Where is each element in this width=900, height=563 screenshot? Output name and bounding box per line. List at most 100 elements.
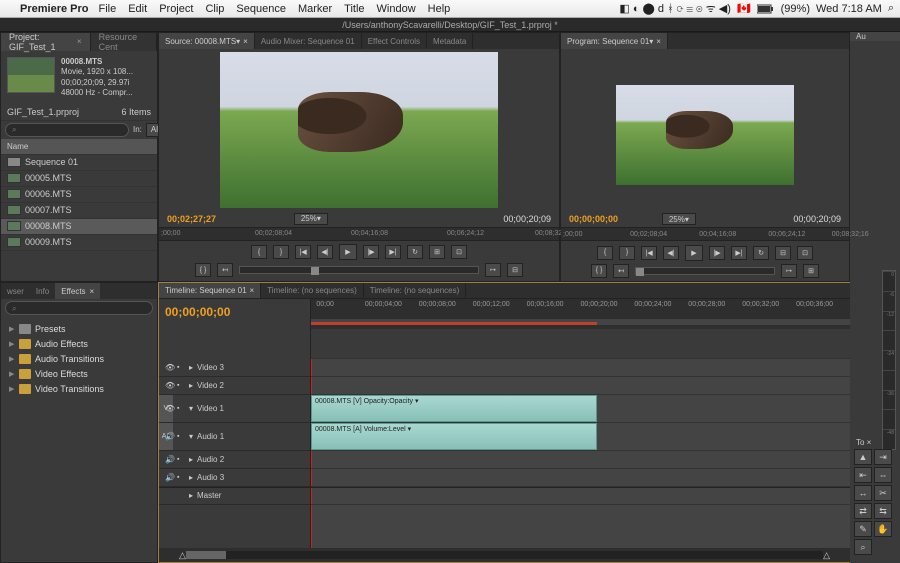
insert-button[interactable]: ⊞	[429, 245, 445, 259]
goto-in-button[interactable]: |◀	[295, 245, 311, 259]
trim-button[interactable]: ⊞	[803, 264, 819, 278]
close-icon[interactable]: ×	[867, 438, 872, 447]
speaker-icon[interactable]: 🔊	[165, 432, 175, 440]
goto-out-button[interactable]: ▶|	[731, 246, 747, 260]
close-icon[interactable]: ×	[250, 286, 255, 295]
rate-stretch-tool[interactable]: ↔	[854, 485, 872, 501]
mark-out-button[interactable]: }	[273, 245, 289, 259]
effects-folder[interactable]: ▶Video Effects	[5, 366, 153, 381]
bin-item[interactable]: 00008.MTS	[1, 219, 157, 235]
menu-file[interactable]: File	[98, 3, 116, 15]
menu-project[interactable]: Project	[159, 3, 193, 15]
tab-timeline-empty[interactable]: Timeline: (no sequences)	[261, 283, 364, 298]
loop-button[interactable]: ↻	[407, 245, 423, 259]
track-header-audio1[interactable]: A1🔊▪▾ Audio 1	[159, 423, 310, 451]
effects-folder[interactable]: ▶Video Transitions	[5, 381, 153, 396]
menubar-clock[interactable]: Wed 7:18 AM	[816, 3, 882, 15]
track-video2[interactable]	[311, 377, 850, 395]
speaker-icon[interactable]: 🔊	[165, 455, 175, 463]
disclosure-arrow-icon[interactable]: ▶	[9, 370, 19, 378]
jog-scrubber[interactable]	[239, 266, 479, 274]
close-icon[interactable]: ×	[243, 37, 248, 46]
step-forward-button[interactable]: |▶	[709, 246, 725, 260]
menu-window[interactable]: Window	[377, 3, 416, 15]
lock-icon[interactable]: ▪	[177, 364, 179, 371]
ripple-edit-tool[interactable]: ⇤	[854, 467, 872, 483]
tab-timeline-empty[interactable]: Timeline: (no sequences)	[364, 283, 467, 298]
source-ruler[interactable]: ;00;00 00;02;08;04 00;04;16;08 00;06;24;…	[159, 227, 559, 241]
goto-prev-button[interactable]: ↤	[217, 263, 233, 277]
scroll-thumb[interactable]	[186, 551, 226, 559]
tab-effects[interactable]: Effects×	[55, 283, 100, 299]
bin-item[interactable]: Sequence 01	[1, 155, 157, 171]
clip-audio1[interactable]: 00008.MTS [A] Volume:Level ▾	[311, 423, 597, 450]
effects-folder[interactable]: ▶Audio Transitions	[5, 351, 153, 366]
eye-icon[interactable]: 👁	[165, 363, 175, 371]
project-search-input[interactable]	[5, 123, 129, 137]
mark-clip-button[interactable]: { }	[591, 264, 607, 278]
timeline-timecode[interactable]: 00;00;00;00	[159, 299, 310, 325]
track-header-video3[interactable]: 👁▪▸ Video 3	[159, 359, 310, 377]
zoom-out-icon[interactable]: △	[179, 550, 186, 561]
speaker-icon[interactable]: 🔊	[165, 473, 175, 481]
tab-source[interactable]: Source: 00008.MTS ▾ ×	[159, 33, 255, 49]
menubar-extra-icons[interactable]: ◧ ◐ ⬤ d ᚼ ⟳ ☰ ⊚ ᯤ ◀︎)	[619, 1, 731, 16]
track-header-video1[interactable]: V👁▪▾ Video 1	[159, 395, 310, 423]
play-button[interactable]: ▶	[685, 245, 703, 261]
work-area-bar[interactable]	[311, 322, 597, 325]
close-icon[interactable]: ×	[77, 37, 82, 46]
bin-item[interactable]: 00006.MTS	[1, 187, 157, 203]
spotlight-icon[interactable]: ⌕	[888, 2, 894, 15]
tab-program[interactable]: Program: Sequence 01 ▾ ×	[561, 33, 668, 49]
bin-item[interactable]: 00007.MTS	[1, 203, 157, 219]
zoom-dropdown[interactable]: 25% ▾	[662, 213, 696, 225]
program-ruler[interactable]: ;00;00 00;02;08;04 00;04;16;08 00;06;24;…	[561, 227, 849, 241]
step-back-button[interactable]: ◀|	[317, 245, 333, 259]
tab-project[interactable]: Project: GIF_Test_1×	[1, 33, 91, 51]
goto-out-button[interactable]: ▶|	[385, 245, 401, 259]
tab-media-browser[interactable]: wser	[1, 283, 30, 299]
close-icon[interactable]: ×	[656, 37, 661, 46]
tab-resource-central[interactable]: Resource Cent	[91, 33, 157, 51]
goto-next-button[interactable]: ↦	[485, 263, 501, 277]
track-video1[interactable]: 00008.MTS [V] Opacity:Opacity ▾	[311, 395, 850, 423]
disclosure-arrow-icon[interactable]: ▶	[9, 340, 19, 348]
razor-tool[interactable]: ✂	[874, 485, 892, 501]
program-viewport[interactable]	[561, 49, 849, 211]
lock-icon[interactable]: ▪	[177, 433, 179, 440]
menu-sequence[interactable]: Sequence	[236, 3, 286, 15]
menu-title[interactable]: Title	[344, 3, 364, 15]
disclosure-arrow-icon[interactable]: ▶	[9, 355, 19, 363]
name-column-header[interactable]: Name	[1, 139, 157, 155]
timeline-track-area[interactable]: 00008.MTS [V] Opacity:Opacity ▾ 00008.MT…	[311, 329, 850, 548]
track-header-master[interactable]: ▸ Master	[159, 487, 310, 505]
close-icon[interactable]: ×	[90, 287, 95, 296]
menu-help[interactable]: Help	[428, 3, 451, 15]
track-header-video2[interactable]: 👁▪▸ Video 2	[159, 377, 310, 395]
source-timecode-in[interactable]: 00;02;27;27	[167, 214, 216, 224]
slip-tool[interactable]: ⇄	[854, 503, 872, 519]
lock-icon[interactable]: ▪	[177, 405, 179, 412]
effects-folder[interactable]: ▶Audio Effects	[5, 336, 153, 351]
track-select-tool[interactable]: ⇥	[874, 449, 892, 465]
goto-next-button[interactable]: ↦	[781, 264, 797, 278]
menu-edit[interactable]: Edit	[128, 3, 147, 15]
clip-thumbnail[interactable]	[7, 57, 55, 93]
program-timecode-out[interactable]: 00;00;20;09	[793, 214, 841, 224]
zoom-dropdown[interactable]: 25% ▾	[294, 213, 328, 225]
timeline-ruler[interactable]: 00;00 00;00;04;00 00;00;08;00 00;00;12;0…	[311, 299, 850, 329]
jog-scrubber[interactable]	[635, 267, 775, 275]
pen-tool[interactable]: ✎	[854, 521, 872, 537]
tab-timeline-seq[interactable]: Timeline: Sequence 01×	[159, 283, 261, 298]
goto-prev-button[interactable]: ↤	[613, 264, 629, 278]
hand-tool[interactable]: ✋	[874, 521, 892, 537]
effects-search-input[interactable]	[5, 301, 153, 315]
disclosure-arrow-icon[interactable]: ▶	[9, 385, 19, 393]
mark-in-button[interactable]: {	[597, 246, 613, 260]
menu-clip[interactable]: Clip	[205, 3, 224, 15]
tab-metadata[interactable]: Metadata	[427, 33, 473, 49]
track-audio1[interactable]: 00008.MTS [A] Volume:Level ▾	[311, 423, 850, 451]
lock-icon[interactable]: ▪	[177, 474, 179, 481]
tab-effect-controls[interactable]: Effect Controls	[362, 33, 427, 49]
track-audio2[interactable]	[311, 451, 850, 469]
